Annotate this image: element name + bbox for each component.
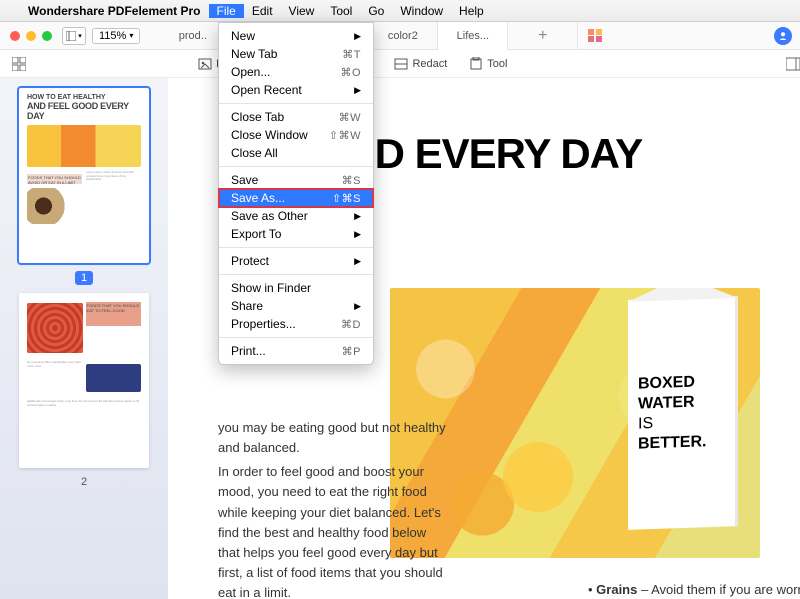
traffic-lights [10,31,52,41]
menu-item-new[interactable]: New▶ [219,27,373,45]
menu-item-close-all[interactable]: Close All [219,144,373,162]
menu-item-share[interactable]: Share▶ [219,297,373,315]
document-tab[interactable]: color2 [368,22,438,50]
menu-item-close-tab[interactable]: Close Tab⌘W [219,108,373,126]
bullet-list: • Grains – Avoid them if you are worried… [588,580,800,599]
menu-item-properties-[interactable]: Properties...⌘D [219,315,373,333]
menu-separator [219,274,373,275]
menu-window[interactable]: Window [392,4,451,18]
app-grid-icon[interactable] [588,29,603,42]
menu-separator [219,103,373,104]
thumb-image [27,303,83,353]
thumb-block: FOODS THAT YOU SHOULD EAT TO FEEL GOOD [86,302,142,326]
thumbnail-grid-icon[interactable] [12,57,26,71]
menu-separator [219,166,373,167]
file-menu-dropdown: New▶New Tab⌘TOpen...⌘OOpen Recent▶ Close … [218,22,374,365]
zoom-value: 115% [99,30,126,42]
chevron-down-icon: ▾ [129,31,133,40]
menu-item-protect[interactable]: Protect▶ [219,252,373,270]
carton-graphic: BOXED WATER IS BETTER. [628,296,738,530]
menu-help[interactable]: Help [451,4,492,18]
edit-tools-bar: ImageLinkFormRedactTool [0,50,800,78]
user-avatar[interactable] [774,27,792,45]
thumb-image [27,125,141,167]
carton-text: BETTER. [638,431,728,454]
body-paragraph: you may be eating good but not healthy a… [218,418,448,599]
menu-item-export-to[interactable]: Export To▶ [219,225,373,243]
zoom-dropdown[interactable]: 115% ▾ [92,28,140,44]
menu-tool[interactable]: Tool [322,4,360,18]
menu-item-close-window[interactable]: Close Window⇧⌘W [219,126,373,144]
menu-item-show-in-finder[interactable]: Show in Finder [219,279,373,297]
menu-item-save[interactable]: Save⌘S [219,171,373,189]
minimize-window-button[interactable] [26,31,36,41]
thumb-block: FOODS THAT YOU SHOULD AVOID OR EAT IN A … [27,174,82,184]
thumbnail-sidebar: HOW TO EAT HEALTHY AND FEEL GOOD EVERY D… [0,78,168,599]
menu-separator [219,337,373,338]
menu-item-print-[interactable]: Print...⌘P [219,342,373,360]
sidebar-toggle-button[interactable]: ▾ [62,27,86,45]
menu-item-open-recent[interactable]: Open Recent▶ [219,81,373,99]
close-window-button[interactable] [10,31,20,41]
window-toolbar: ▾ 115% ▾ prod..Prod...color2Lifes...+ [0,22,800,50]
tool-tool[interactable]: Tool [469,57,507,71]
menu-item-save-as-[interactable]: Save As...⇧⌘S [219,189,373,207]
panel-toggle-icon[interactable] [786,57,800,71]
page-thumbnail[interactable]: HOW TO EAT HEALTHY AND FEEL GOOD EVERY D… [19,88,149,263]
thumb-image [27,188,82,224]
thumb-title-small: HOW TO EAT HEALTHY [27,94,141,101]
app-name[interactable]: Wondershare PDFelement Pro [28,4,201,18]
tool-redact[interactable]: Redact [394,57,447,71]
page-number-badge: 1 [75,271,93,285]
menu-edit[interactable]: Edit [244,4,281,18]
menu-item-new-tab[interactable]: New Tab⌘T [219,45,373,63]
menu-view[interactable]: View [281,4,323,18]
page-number: 2 [81,476,87,488]
menu-item-open-[interactable]: Open...⌘O [219,63,373,81]
macos-menubar: Wondershare PDFelement Pro FileEditViewT… [0,0,800,22]
menu-file[interactable]: File [209,4,244,18]
page-thumbnail[interactable]: FOODS THAT YOU SHOULD EAT TO FEEL GOOD t… [19,293,149,468]
thumb-title-big: AND FEEL GOOD EVERY DAY [27,101,141,121]
menu-item-save-as-other[interactable]: Save as Other▶ [219,207,373,225]
zoom-window-button[interactable] [42,31,52,41]
document-tab[interactable]: Lifes... [438,22,508,50]
thumb-image [86,364,142,392]
new-tab-button[interactable]: + [508,22,578,50]
menu-go[interactable]: Go [360,4,392,18]
menu-separator [219,247,373,248]
